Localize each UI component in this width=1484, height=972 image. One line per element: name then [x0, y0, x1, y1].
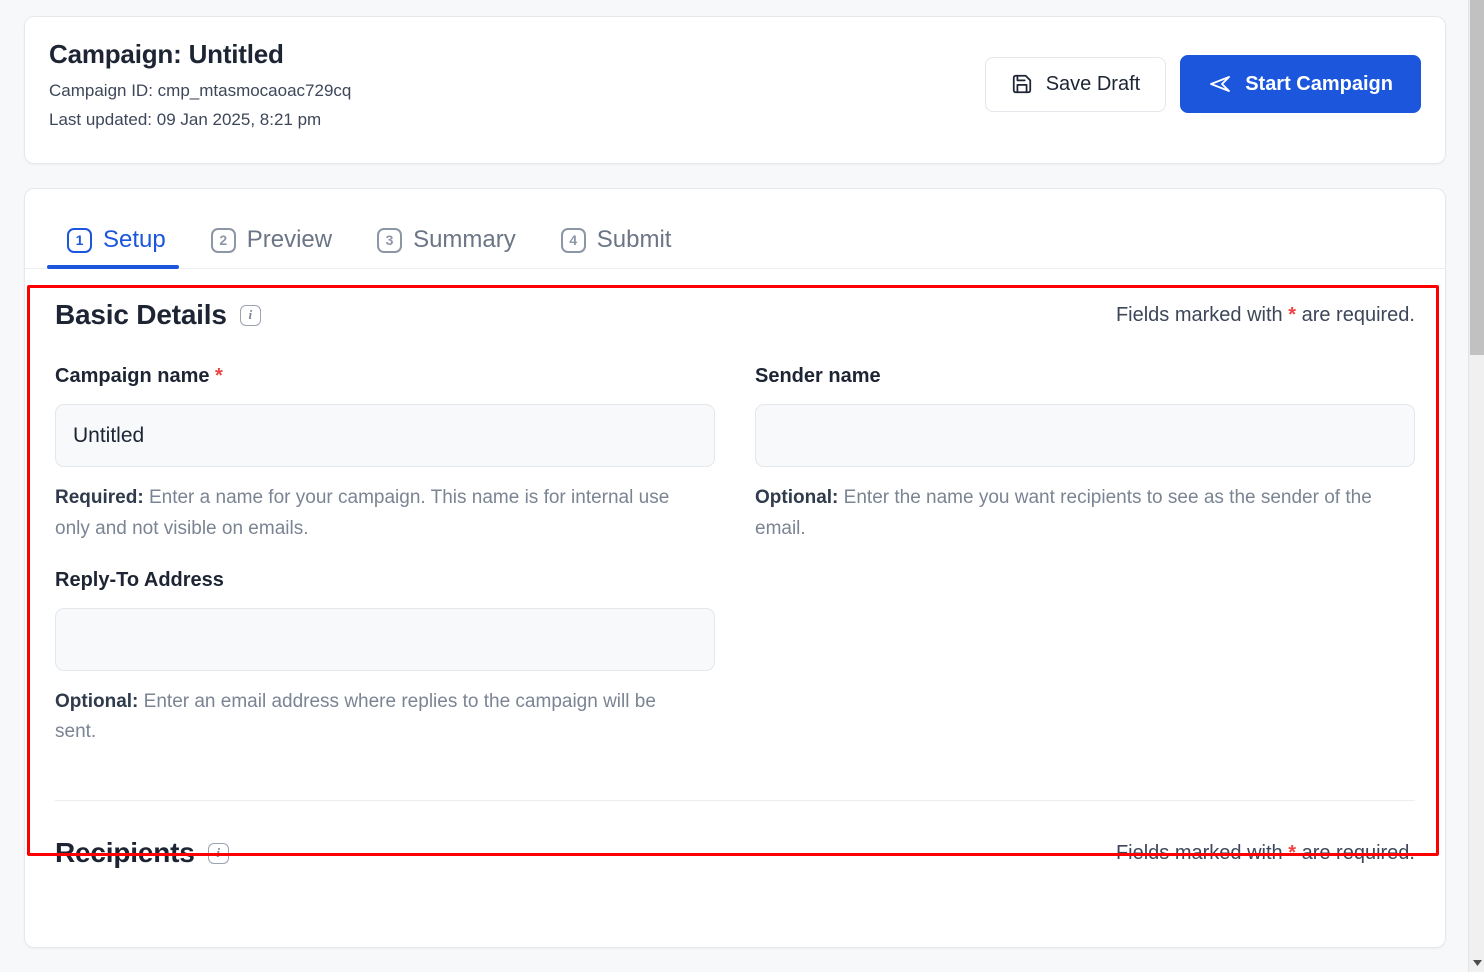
required-asterisk: * [1288, 304, 1296, 326]
info-icon[interactable]: i [208, 843, 229, 864]
required-asterisk: * [215, 365, 223, 387]
recipients-required-note: Fields marked with * are required. [1116, 842, 1415, 865]
reply-to-help-strong: Optional: [55, 691, 138, 712]
scrollbar-thumb[interactable] [1470, 0, 1484, 355]
save-draft-label: Save Draft [1046, 73, 1140, 96]
recipients-title: Recipients i [55, 837, 229, 869]
scroll-content: Campaign: Untitled Campaign ID: cmp_mtas… [0, 0, 1468, 972]
scroll-down-arrow-icon[interactable] [1469, 954, 1484, 970]
basic-details-grid: Campaign name * Required: Enter a name f… [55, 365, 1415, 772]
reply-to-help-text: Enter an email address where replies to … [55, 691, 656, 743]
tab-setup-label: Setup [103, 226, 166, 254]
info-icon[interactable]: i [240, 305, 261, 326]
tab-setup[interactable]: 1 Setup [47, 226, 191, 268]
required-note-prefix: Fields marked with [1116, 842, 1288, 864]
step-number-icon: 3 [377, 228, 402, 253]
required-note-suffix: are required. [1296, 842, 1415, 864]
sender-name-help: Optional: Enter the name you want recipi… [755, 483, 1395, 545]
required-note-prefix: Fields marked with [1116, 304, 1288, 326]
recipients-header: Recipients i Fields marked with * are re… [55, 837, 1415, 869]
basic-details-section: Basic Details i Fields marked with * are… [25, 269, 1445, 801]
basic-details-header: Basic Details i Fields marked with * are… [55, 299, 1415, 331]
required-fields-note: Fields marked with * are required. [1116, 304, 1415, 327]
campaign-header-card: Campaign: Untitled Campaign ID: cmp_mtas… [24, 16, 1446, 164]
tab-summary-label: Summary [413, 226, 516, 254]
tab-preview-label: Preview [247, 226, 332, 254]
reply-to-field-group: Reply-To Address Optional: Enter an emai… [55, 569, 715, 749]
step-number-icon: 1 [67, 228, 92, 253]
reply-to-label: Reply-To Address [55, 569, 715, 592]
header-actions: Save Draft Start Campaign [985, 55, 1421, 113]
step-number-icon: 2 [211, 228, 236, 253]
save-draft-button[interactable]: Save Draft [985, 57, 1166, 112]
sender-name-help-strong: Optional: [755, 487, 838, 508]
basic-details-right-column: Sender name Optional: Enter the name you… [755, 365, 1415, 772]
floppy-disk-save-icon [1011, 73, 1033, 95]
campaign-name-help-strong: Required: [55, 487, 144, 508]
start-campaign-label: Start Campaign [1245, 73, 1393, 96]
step-number-icon: 4 [561, 228, 586, 253]
campaign-name-label: Campaign name * [55, 365, 715, 388]
required-asterisk: * [1288, 842, 1296, 864]
reply-to-input[interactable] [55, 608, 715, 671]
sender-name-label: Sender name [755, 365, 1415, 388]
campaign-name-help: Required: Enter a name for your campaign… [55, 483, 695, 545]
last-updated: Last updated: 09 Jan 2025, 8:21 pm [49, 110, 1421, 130]
sender-name-field-group: Sender name Optional: Enter the name you… [755, 365, 1415, 545]
campaign-wizard-card: 1 Setup 2 Preview 3 Summary 4 Submit [24, 188, 1446, 948]
wizard-tabbar: 1 Setup 2 Preview 3 Summary 4 Submit [25, 189, 1445, 269]
sender-name-help-text: Enter the name you want recipients to se… [755, 487, 1372, 539]
recipients-section: Recipients i Fields marked with * are re… [25, 801, 1445, 869]
app-root: Campaign: Untitled Campaign ID: cmp_mtas… [0, 0, 1484, 972]
required-note-suffix: are required. [1296, 304, 1415, 326]
start-campaign-button[interactable]: Start Campaign [1180, 55, 1421, 113]
basic-details-left-column: Campaign name * Required: Enter a name f… [55, 365, 715, 772]
paper-plane-send-icon [1208, 72, 1232, 96]
reply-to-help: Optional: Enter an email address where r… [55, 687, 695, 749]
campaign-name-field-group: Campaign name * Required: Enter a name f… [55, 365, 715, 545]
tab-submit-label: Submit [597, 226, 672, 254]
vertical-scrollbar[interactable] [1468, 0, 1484, 972]
basic-details-title: Basic Details i [55, 299, 261, 331]
basic-details-heading: Basic Details [55, 299, 227, 331]
sender-name-input[interactable] [755, 404, 1415, 467]
campaign-name-input[interactable] [55, 404, 715, 467]
campaign-name-help-text: Enter a name for your campaign. This nam… [55, 487, 669, 539]
tab-submit[interactable]: 4 Submit [541, 226, 697, 268]
tab-preview[interactable]: 2 Preview [191, 226, 357, 268]
recipients-heading: Recipients [55, 837, 195, 869]
tab-summary[interactable]: 3 Summary [357, 226, 541, 268]
